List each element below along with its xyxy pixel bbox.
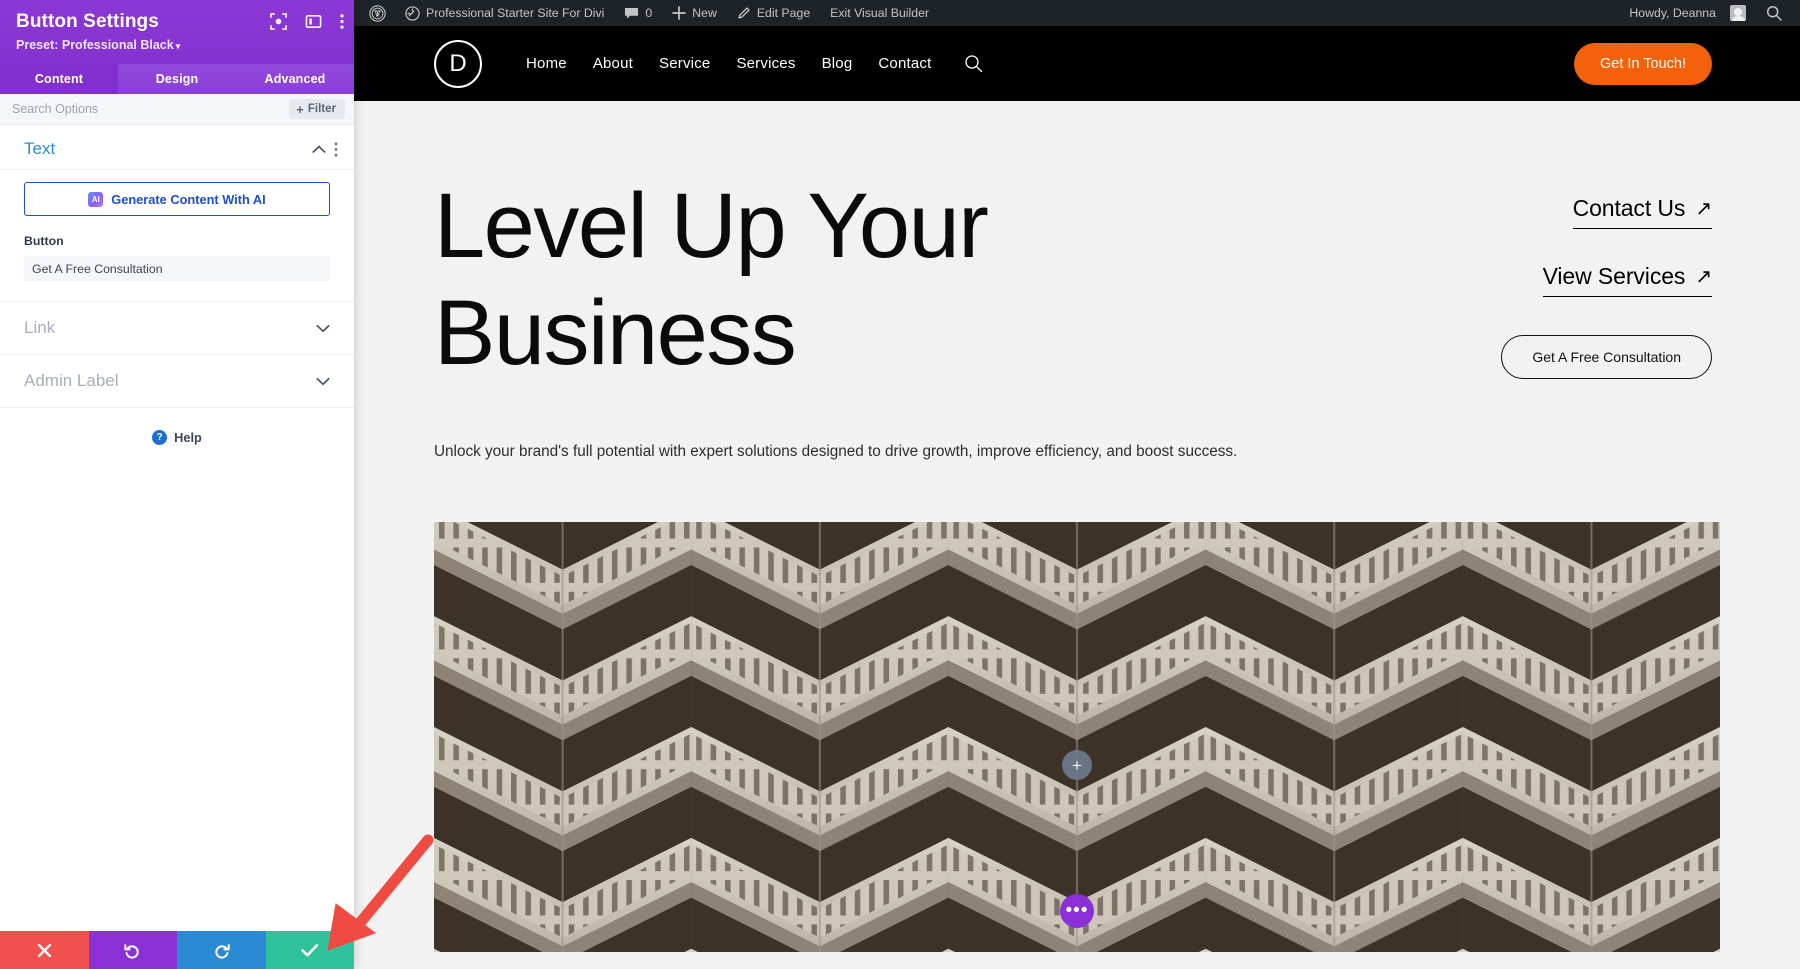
filter-button[interactable]: + Filter — [289, 99, 345, 119]
generate-content-with-ai-label: Generate Content With AI — [111, 191, 266, 207]
panel-action-bar — [0, 931, 354, 969]
search-icon — [1766, 5, 1782, 21]
panel-preset-selector[interactable]: Preset: Professional Black ▾ — [16, 38, 338, 52]
wordpress-logo-menu[interactable] — [362, 0, 395, 26]
annotation-arrow — [327, 834, 434, 951]
hero-section: Level Up Your Business Contact Us ↗ View… — [354, 101, 1800, 387]
edit-page-label: Edit Page — [756, 6, 811, 20]
tab-advanced[interactable]: Advanced — [236, 64, 354, 94]
plus-icon — [672, 6, 687, 20]
site-name-menu[interactable]: Professional Starter Site For Divi — [395, 0, 614, 26]
pencil-icon — [738, 7, 750, 19]
section-title-link: Link — [24, 318, 56, 337]
hero-left-column: Level Up Your Business — [434, 173, 1094, 387]
wordpress-admin-bar: Professional Starter Site For Divi 0 New… — [354, 0, 1800, 26]
module-options-button[interactable]: ••• — [1060, 894, 1094, 928]
edit-page-link[interactable]: Edit Page — [727, 0, 820, 26]
site-header: D Home About Service Services Blog Conta… — [354, 26, 1800, 101]
account-menu[interactable]: Howdy, Deanna — [1619, 0, 1756, 26]
undo-icon — [124, 943, 139, 959]
generate-content-with-ai-button[interactable]: AI Generate Content With AI — [24, 182, 330, 216]
section-body-text: AI Generate Content With AI Button — [0, 170, 354, 302]
nav-item-about[interactable]: About — [593, 55, 633, 72]
nav-item-contact[interactable]: Contact — [878, 55, 931, 72]
panel-body: Text AI Generate Content With AI Button — [0, 125, 354, 931]
section-header-link[interactable]: Link — [0, 302, 354, 355]
redo-button[interactable] — [177, 931, 266, 969]
section-header-admin-label[interactable]: Admin Label — [0, 355, 354, 408]
hero-image-module[interactable]: + ••• — [434, 522, 1720, 952]
view-services-label: View Services — [1542, 263, 1686, 289]
exit-visual-builder-label: Exit Visual Builder — [830, 6, 930, 20]
get-a-free-consultation-button[interactable]: Get A Free Consultation — [1501, 335, 1712, 379]
redo-icon — [215, 943, 230, 959]
nav-item-services[interactable]: Services — [736, 55, 795, 72]
tab-content[interactable]: Content — [0, 64, 118, 94]
panel-tabs: Content Design Advanced — [0, 64, 354, 94]
site-name-label: Professional Starter Site For Divi — [426, 6, 605, 20]
panel-preset-label: Preset: Professional Black — [16, 38, 174, 52]
panel-layout-icon[interactable] — [305, 13, 322, 30]
search-input[interactable] — [12, 102, 290, 116]
vertical-dots-icon[interactable] — [340, 14, 344, 29]
help-icon: ? — [152, 430, 168, 445]
filter-button-label: Filter — [307, 103, 336, 115]
section-options-icon[interactable] — [334, 141, 338, 157]
website-canvas: Professional Starter Site For Divi 0 New… — [354, 0, 1800, 969]
view-services-link[interactable]: View Services ↗ — [1542, 263, 1712, 297]
chevron-up-icon[interactable] — [312, 144, 326, 154]
button-settings-panel: Button Settings Preset: Professional Bla… — [0, 0, 354, 969]
chevron-down-icon[interactable] — [316, 377, 330, 386]
comments-menu[interactable]: 0 — [614, 0, 662, 26]
section-header-text[interactable]: Text — [0, 125, 354, 170]
page-title: Level Up Your Business — [434, 173, 1094, 387]
howdy-label: Howdy, Deanna — [1629, 6, 1716, 20]
headline-line-1: Level Up Your — [434, 175, 989, 277]
hero-image — [434, 522, 1720, 952]
avatar — [1730, 5, 1746, 21]
close-icon — [37, 943, 51, 957]
headline-line-2: Business — [434, 282, 797, 384]
dashboard-icon — [405, 5, 420, 21]
add-module-button[interactable]: + — [1062, 750, 1092, 780]
nav-item-blog[interactable]: Blog — [822, 55, 853, 72]
nav-item-service[interactable]: Service — [659, 55, 710, 72]
button-field-label: Button — [24, 234, 64, 248]
chevron-down-icon: ▾ — [175, 41, 181, 51]
help-link[interactable]: ? Help — [0, 408, 354, 445]
focus-icon[interactable] — [270, 13, 287, 30]
new-content-menu[interactable]: New — [662, 0, 727, 26]
new-content-label: New — [692, 6, 717, 20]
contact-us-label: Contact Us — [1572, 195, 1686, 221]
discard-button[interactable] — [0, 931, 89, 969]
exit-visual-builder-link[interactable]: Exit Visual Builder — [820, 0, 939, 26]
plus-icon: + — [296, 101, 304, 117]
tab-design[interactable]: Design — [118, 64, 236, 94]
arrow-up-right-icon: ↗ — [1695, 266, 1712, 288]
arrow-up-right-icon: ↗ — [1695, 198, 1712, 220]
section-title-admin-label: Admin Label — [24, 371, 119, 390]
search-bar: + Filter — [0, 94, 354, 125]
contact-us-link[interactable]: Contact Us ↗ — [1572, 195, 1712, 229]
nav-item-home[interactable]: Home — [526, 55, 567, 72]
wordpress-icon — [369, 4, 386, 22]
hero-paragraph: Unlock your brand's full potential with … — [434, 443, 1238, 460]
site-navigation: Home About Service Services Blog Contact — [526, 54, 983, 73]
hero-right-column: Contact Us ↗ View Services ↗ Get A Free … — [1501, 173, 1720, 379]
comment-icon — [625, 8, 639, 19]
get-in-touch-button[interactable]: Get In Touch! — [1574, 42, 1712, 85]
search-icon[interactable] — [964, 54, 983, 73]
check-icon — [301, 943, 318, 956]
admin-search-button[interactable] — [1756, 0, 1792, 26]
help-label: Help — [174, 430, 202, 445]
chevron-down-icon[interactable] — [316, 324, 330, 333]
comments-count: 0 — [645, 6, 653, 20]
ai-icon: AI — [88, 191, 104, 207]
panel-header: Button Settings Preset: Professional Bla… — [0, 0, 354, 64]
undo-button[interactable] — [88, 931, 177, 969]
button-text-input[interactable] — [24, 256, 330, 281]
site-logo[interactable]: D — [434, 39, 482, 88]
section-title-text: Text — [24, 139, 56, 158]
